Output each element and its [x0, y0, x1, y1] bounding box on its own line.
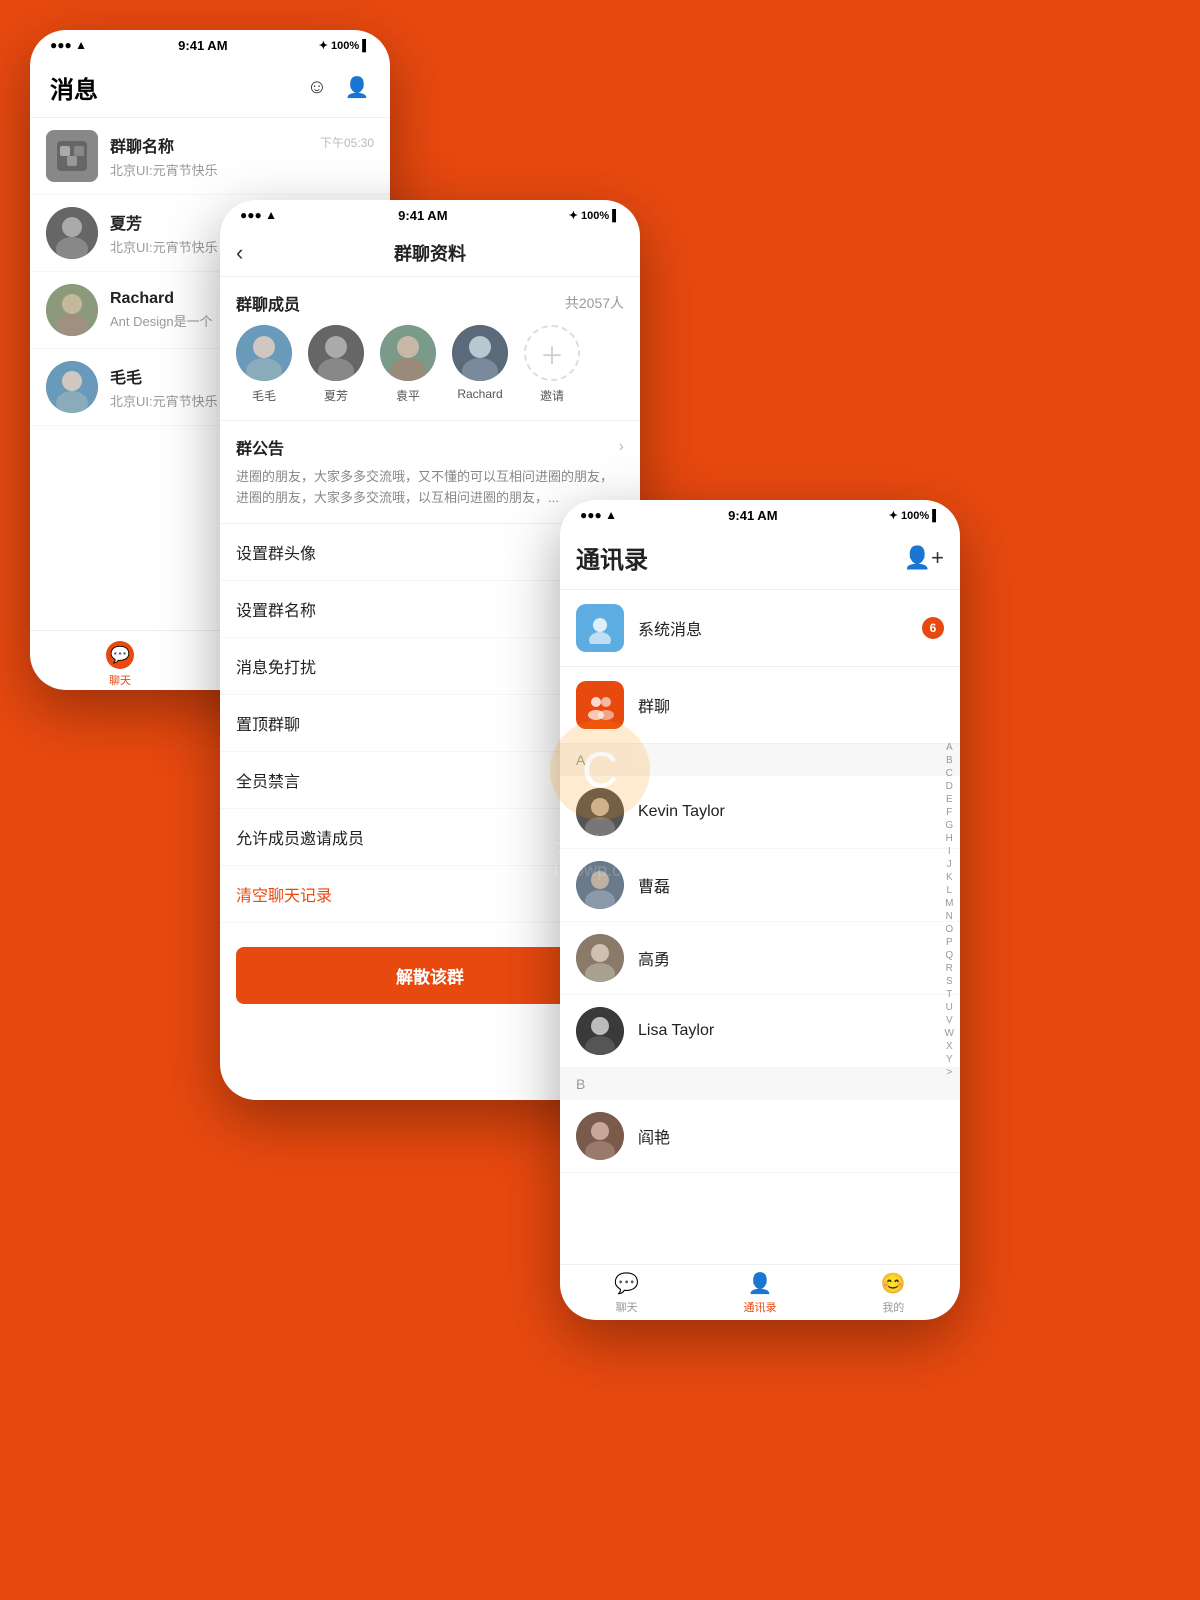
- add-member-icon: ＋: [524, 325, 580, 381]
- nav-chat-label-3: 聊天: [616, 1299, 638, 1315]
- yuanping-member-avatar: [380, 325, 436, 381]
- battery-3: ✦ 100% ▌: [889, 509, 940, 522]
- system-message-badge: 6: [922, 617, 944, 639]
- announcement-title: 群公告: [236, 435, 284, 459]
- group-chat-name: 群聊名称: [110, 133, 308, 157]
- group-info-header: ‹ 群聊资料: [220, 230, 640, 277]
- mood-icon[interactable]: ☺: [304, 75, 330, 101]
- group-chat-name: 群聊: [638, 693, 944, 717]
- contact-kevin-taylor[interactable]: Kevin Taylor: [560, 776, 960, 849]
- group-chat-item[interactable]: 群聊: [560, 667, 960, 744]
- member-grid: 毛毛 夏芳 袁平 Rachard ＋ 邀请: [220, 325, 640, 421]
- member-invite[interactable]: ＋ 邀请: [524, 325, 580, 404]
- nav-chat-label: 聊天: [109, 672, 131, 688]
- system-message-avatar: [576, 604, 624, 652]
- gaoyong-avatar: [576, 934, 624, 982]
- section-a: A: [560, 744, 960, 776]
- alphabetical-index: A B C D E F G H I J K L M N O P Q R S T …: [945, 742, 954, 1078]
- caolei-name: 曹磊: [638, 873, 670, 897]
- add-contact-icon[interactable]: 👤: [344, 75, 370, 101]
- yuanping-member-name: 袁平: [396, 387, 420, 404]
- yanyan-avatar: [576, 1112, 624, 1160]
- gaoyong-name: 高勇: [638, 946, 670, 970]
- lisa-taylor-name: Lisa Taylor: [638, 1022, 714, 1040]
- add-contact-button[interactable]: 👤+: [904, 545, 944, 571]
- xiafang-member-name: 夏芳: [324, 387, 348, 404]
- member-rachard2[interactable]: Rachard: [452, 325, 508, 404]
- maomao-member-avatar: [236, 325, 292, 381]
- section-b: B: [560, 1068, 960, 1100]
- nav-mine-label-3: 我的: [882, 1299, 904, 1315]
- xiafang-member-avatar: [308, 325, 364, 381]
- time-2: 9:41 AM: [398, 208, 447, 223]
- contact-gaoyong[interactable]: 高勇: [560, 922, 960, 995]
- nav-chat[interactable]: 💬 聊天: [30, 633, 210, 688]
- maomao-member-name: 毛毛: [252, 387, 276, 404]
- nav-contacts-label-3: 通讯录: [743, 1299, 776, 1315]
- group-chat-info: 群聊名称 北京UI:元宵节快乐: [110, 133, 308, 179]
- rachard-avatar: [46, 284, 98, 336]
- system-message-name: 系统消息: [638, 616, 908, 640]
- system-message-item[interactable]: 系统消息 6: [560, 590, 960, 667]
- maomao-avatar: [46, 361, 98, 413]
- contacts-icon-3: 👤: [748, 1271, 773, 1296]
- group-chat-preview: 北京UI:元宵节快乐: [110, 160, 308, 179]
- members-count: 共2057人: [565, 293, 624, 313]
- announcement-header: 群公告 ›: [236, 435, 624, 459]
- xiafang-avatar: [46, 207, 98, 259]
- invite-label: 邀请: [540, 387, 564, 404]
- messages-title: 消息: [50, 70, 98, 105]
- header-actions: ☺ 👤: [304, 75, 370, 101]
- nav-chat-3[interactable]: 💬 聊天: [560, 1265, 693, 1320]
- time-1: 9:41 AM: [178, 38, 227, 53]
- kevin-taylor-avatar: [576, 788, 624, 836]
- nav-mine-3[interactable]: 😊 我的: [827, 1265, 960, 1320]
- signal-2: ●●● ▲: [240, 208, 277, 222]
- member-xiafang[interactable]: 夏芳: [308, 325, 364, 404]
- messages-header: 消息 ☺ 👤: [30, 60, 390, 118]
- status-bar-2: ●●● ▲ 9:41 AM ✦ 100% ▌: [220, 200, 640, 230]
- signal-3: ●●● ▲: [580, 508, 617, 522]
- chat-icon-3: 💬: [614, 1271, 639, 1296]
- group-avatar: [46, 130, 98, 182]
- bottom-nav-3: 💬 聊天 👤 通讯录 😊 我的: [560, 1264, 960, 1320]
- kevin-taylor-name: Kevin Taylor: [638, 803, 725, 821]
- contact-caolei[interactable]: 曹磊: [560, 849, 960, 922]
- mine-icon-3: 😊: [881, 1271, 906, 1296]
- phone-contacts: ●●● ▲ 9:41 AM ✦ 100% ▌ 通讯录 👤+ 系统消息 6 群聊 …: [560, 500, 960, 1320]
- time-3: 9:41 AM: [728, 508, 777, 523]
- contact-yanyan[interactable]: 阎艳: [560, 1100, 960, 1173]
- status-bar-1: ●●● ▲ 9:41 AM ✦ 100% ▌: [30, 30, 390, 60]
- contact-lisa-taylor[interactable]: Lisa Taylor: [560, 995, 960, 1068]
- signal-icons: ●●● ▲: [50, 38, 87, 52]
- battery-2: ✦ 100% ▌: [569, 209, 620, 222]
- group-chat-avatar: [576, 681, 624, 729]
- rachard-member-name: Rachard: [457, 387, 502, 401]
- group-info-title: 群聊资料: [394, 240, 466, 266]
- chat-item-group[interactable]: 群聊名称 北京UI:元宵节快乐 下午05:30: [30, 118, 390, 195]
- rachard-member-avatar: [452, 325, 508, 381]
- status-bar-3: ●●● ▲ 9:41 AM ✦ 100% ▌: [560, 500, 960, 530]
- announcement-text: 进圈的朋友，大家多多交流哦，又不懂的可以互相问进圈的朋友，进圈的朋友，大家多多交…: [236, 467, 624, 509]
- yanyan-name: 阎艳: [638, 1124, 670, 1148]
- member-maomao[interactable]: 毛毛: [236, 325, 292, 404]
- back-button[interactable]: ‹: [236, 240, 253, 266]
- members-label: 群聊成员: [236, 291, 300, 315]
- contacts-header: 通讯录 👤+: [560, 530, 960, 590]
- member-yuanping[interactable]: 袁平: [380, 325, 436, 404]
- chat-nav-icon: 💬: [106, 641, 134, 669]
- announcement-arrow[interactable]: ›: [619, 438, 624, 456]
- caolei-avatar: [576, 861, 624, 909]
- nav-contacts-3[interactable]: 👤 通讯录: [693, 1265, 826, 1320]
- members-section-label: 群聊成员 共2057人: [220, 277, 640, 325]
- contacts-title: 通讯录: [576, 540, 648, 575]
- battery-1: ✦ 100% ▌: [319, 39, 370, 52]
- group-chat-time: 下午05:30: [320, 134, 374, 151]
- lisa-taylor-avatar: [576, 1007, 624, 1055]
